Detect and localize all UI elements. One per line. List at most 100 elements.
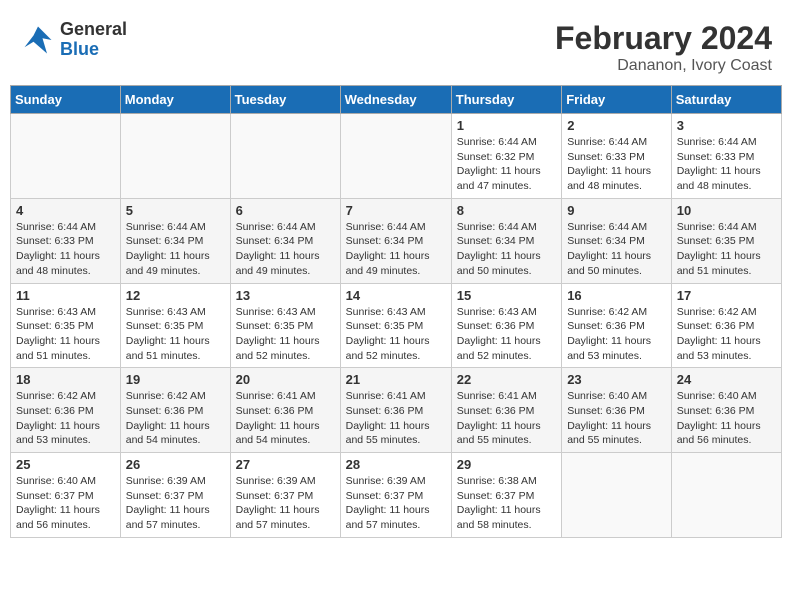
calendar-cell — [11, 114, 121, 199]
day-number: 20 — [236, 372, 335, 387]
day-number: 23 — [567, 372, 666, 387]
calendar-week-row: 11Sunrise: 6:43 AMSunset: 6:35 PMDayligh… — [11, 283, 782, 368]
day-number: 3 — [677, 118, 776, 133]
calendar-cell: 18Sunrise: 6:42 AMSunset: 6:36 PMDayligh… — [11, 368, 121, 453]
calendar-cell: 10Sunrise: 6:44 AMSunset: 6:35 PMDayligh… — [671, 198, 781, 283]
calendar-week-row: 18Sunrise: 6:42 AMSunset: 6:36 PMDayligh… — [11, 368, 782, 453]
day-info: Sunrise: 6:42 AMSunset: 6:36 PMDaylight:… — [16, 389, 115, 448]
calendar-cell: 2 Sunrise: 6:44 AMSunset: 6:33 PMDaylight… — [562, 114, 672, 199]
calendar-cell: 8 Sunrise: 6:44 AMSunset: 6:34 PMDaylight… — [451, 198, 561, 283]
day-info: Sunrise: 6:39 AMSunset: 6:37 PMDaylight:… — [236, 474, 335, 533]
day-info: Sunrise: 6:42 AMSunset: 6:36 PMDaylight:… — [567, 305, 666, 364]
calendar-cell: 11Sunrise: 6:43 AMSunset: 6:35 PMDayligh… — [11, 283, 121, 368]
calendar-cell: 21Sunrise: 6:41 AMSunset: 6:36 PMDayligh… — [340, 368, 451, 453]
day-info: Sunrise: 6:39 AMSunset: 6:37 PMDaylight:… — [126, 474, 225, 533]
day-info: Sunrise: 6:42 AMSunset: 6:36 PMDaylight:… — [126, 389, 225, 448]
calendar-cell: 12 Sunrise: 6:43 AMSunset: 6:35 PMDayligh… — [120, 283, 230, 368]
day-number: 17 — [677, 288, 776, 303]
day-info: Sunrise: 6:44 AMSunset: 6:34 PMDaylight:… — [567, 220, 666, 279]
calendar-cell: 24 Sunrise: 6:40 AMSunset: 6:36 PMDayligh… — [671, 368, 781, 453]
calendar-cell: 28Sunrise: 6:39 AMSunset: 6:37 PMDayligh… — [340, 453, 451, 538]
day-info: Sunrise: 6:44 AMSunset: 6:33 PMDaylight:… — [567, 135, 666, 194]
day-header-thursday: Thursday — [451, 86, 561, 114]
day-number: 28 — [346, 457, 446, 472]
calendar-cell: 16 Sunrise: 6:42 AMSunset: 6:36 PMDayligh… — [562, 283, 672, 368]
day-info: Sunrise: 6:44 AMSunset: 6:34 PMDaylight:… — [346, 220, 446, 279]
calendar-week-row: 4 Sunrise: 6:44 AMSunset: 6:33 PMDaylight… — [11, 198, 782, 283]
day-number: 6 — [236, 203, 335, 218]
day-number: 1 — [457, 118, 556, 133]
calendar-cell: 15 Sunrise: 6:43 AMSunset: 6:36 PMDayligh… — [451, 283, 561, 368]
calendar-cell: 1 Sunrise: 6:44 AMSunset: 6:32 PMDaylight… — [451, 114, 561, 199]
day-number: 13 — [236, 288, 335, 303]
day-info: Sunrise: 6:44 AMSunset: 6:34 PMDaylight:… — [236, 220, 335, 279]
day-info: Sunrise: 6:43 AMSunset: 6:35 PMDaylight:… — [16, 305, 115, 364]
day-number: 5 — [126, 203, 225, 218]
day-info: Sunrise: 6:41 AMSunset: 6:36 PMDaylight:… — [457, 389, 556, 448]
calendar-table: SundayMondayTuesdayWednesdayThursdayFrid… — [10, 85, 782, 538]
calendar-cell — [562, 453, 672, 538]
day-info: Sunrise: 6:40 AMSunset: 6:36 PMDaylight:… — [677, 389, 776, 448]
day-info: Sunrise: 6:44 AMSunset: 6:34 PMDaylight:… — [126, 220, 225, 279]
day-info: Sunrise: 6:41 AMSunset: 6:36 PMDaylight:… — [346, 389, 446, 448]
page-header: General Blue February 2024 Dananon, Ivor… — [10, 10, 782, 80]
calendar-cell: 20 Sunrise: 6:41 AMSunset: 6:36 PMDayligh… — [230, 368, 340, 453]
calendar-cell: 27 Sunrise: 6:39 AMSunset: 6:37 PMDayligh… — [230, 453, 340, 538]
day-number: 16 — [567, 288, 666, 303]
day-info: Sunrise: 6:38 AMSunset: 6:37 PMDaylight:… — [457, 474, 556, 533]
day-number: 19 — [126, 372, 225, 387]
day-info: Sunrise: 6:40 AMSunset: 6:36 PMDaylight:… — [567, 389, 666, 448]
day-header-sunday: Sunday — [11, 86, 121, 114]
day-number: 2 — [567, 118, 666, 133]
day-number: 7 — [346, 203, 446, 218]
day-info: Sunrise: 6:41 AMSunset: 6:36 PMDaylight:… — [236, 389, 335, 448]
calendar-week-row: 25 Sunrise: 6:40 AMSunset: 6:37 PMDayligh… — [11, 453, 782, 538]
day-info: Sunrise: 6:40 AMSunset: 6:37 PMDaylight:… — [16, 474, 115, 533]
calendar-cell: 14Sunrise: 6:43 AMSunset: 6:35 PMDayligh… — [340, 283, 451, 368]
calendar-cell: 26 Sunrise: 6:39 AMSunset: 6:37 PMDayligh… — [120, 453, 230, 538]
day-number: 24 — [677, 372, 776, 387]
calendar-header-row: SundayMondayTuesdayWednesdayThursdayFrid… — [11, 86, 782, 114]
calendar-cell: 23 Sunrise: 6:40 AMSunset: 6:36 PMDayligh… — [562, 368, 672, 453]
day-info: Sunrise: 6:43 AMSunset: 6:35 PMDaylight:… — [236, 305, 335, 364]
day-info: Sunrise: 6:43 AMSunset: 6:35 PMDaylight:… — [346, 305, 446, 364]
logo-icon — [20, 22, 56, 58]
calendar-cell — [230, 114, 340, 199]
calendar-cell: 22 Sunrise: 6:41 AMSunset: 6:36 PMDayligh… — [451, 368, 561, 453]
day-header-tuesday: Tuesday — [230, 86, 340, 114]
day-info: Sunrise: 6:44 AMSunset: 6:34 PMDaylight:… — [457, 220, 556, 279]
day-number: 27 — [236, 457, 335, 472]
day-header-saturday: Saturday — [671, 86, 781, 114]
day-number: 22 — [457, 372, 556, 387]
day-info: Sunrise: 6:42 AMSunset: 6:36 PMDaylight:… — [677, 305, 776, 364]
calendar-cell: 5 Sunrise: 6:44 AMSunset: 6:34 PMDaylight… — [120, 198, 230, 283]
day-info: Sunrise: 6:43 AMSunset: 6:35 PMDaylight:… — [126, 305, 225, 364]
day-number: 8 — [457, 203, 556, 218]
month-year-title: February 2024 — [555, 20, 772, 57]
day-header-friday: Friday — [562, 86, 672, 114]
day-info: Sunrise: 6:43 AMSunset: 6:36 PMDaylight:… — [457, 305, 556, 364]
calendar-cell — [671, 453, 781, 538]
calendar-cell: 29Sunrise: 6:38 AMSunset: 6:37 PMDayligh… — [451, 453, 561, 538]
logo-line2: Blue — [60, 39, 99, 59]
calendar-cell — [340, 114, 451, 199]
day-number: 15 — [457, 288, 556, 303]
calendar-cell: 6 Sunrise: 6:44 AMSunset: 6:34 PMDaylight… — [230, 198, 340, 283]
calendar-cell: 13 Sunrise: 6:43 AMSunset: 6:35 PMDayligh… — [230, 283, 340, 368]
calendar-cell: 19 Sunrise: 6:42 AMSunset: 6:36 PMDayligh… — [120, 368, 230, 453]
day-info: Sunrise: 6:44 AMSunset: 6:35 PMDaylight:… — [677, 220, 776, 279]
day-number: 26 — [126, 457, 225, 472]
day-number: 25 — [16, 457, 115, 472]
logo-text: General Blue — [60, 20, 127, 60]
calendar-cell: 25 Sunrise: 6:40 AMSunset: 6:37 PMDayligh… — [11, 453, 121, 538]
location-subtitle: Dananon, Ivory Coast — [555, 57, 772, 75]
day-number: 4 — [16, 203, 115, 218]
day-info: Sunrise: 6:44 AMSunset: 6:32 PMDaylight:… — [457, 135, 556, 194]
calendar-cell: 4 Sunrise: 6:44 AMSunset: 6:33 PMDaylight… — [11, 198, 121, 283]
day-info: Sunrise: 6:44 AMSunset: 6:33 PMDaylight:… — [16, 220, 115, 279]
calendar-cell: 7 Sunrise: 6:44 AMSunset: 6:34 PMDaylight… — [340, 198, 451, 283]
day-number: 9 — [567, 203, 666, 218]
day-header-wednesday: Wednesday — [340, 86, 451, 114]
calendar-cell: 17 Sunrise: 6:42 AMSunset: 6:36 PMDayligh… — [671, 283, 781, 368]
day-number: 12 — [126, 288, 225, 303]
